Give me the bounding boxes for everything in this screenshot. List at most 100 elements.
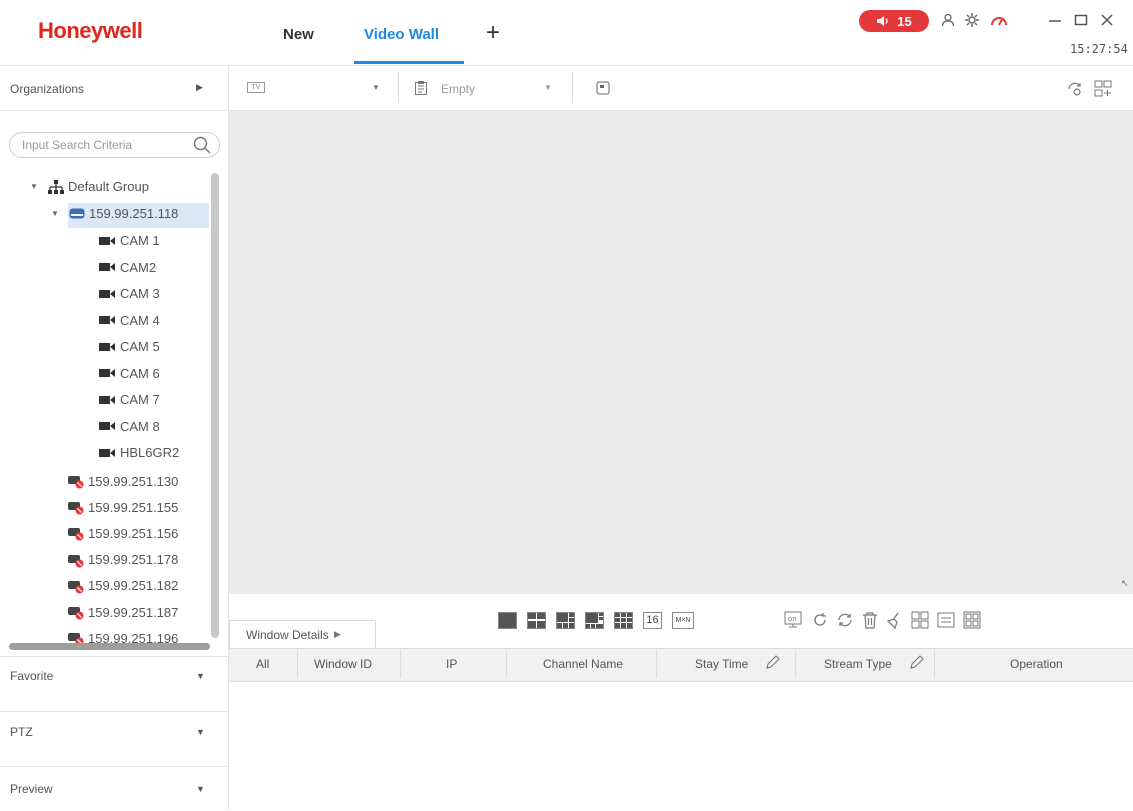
delete-trash-icon[interactable] [862, 611, 878, 629]
camera-label: CAM 6 [120, 365, 160, 381]
expand-right-icon[interactable]: ▶ [334, 629, 341, 640]
edit-pencil-icon[interactable] [909, 654, 925, 670]
tree-horizontal-scrollbar[interactable] [9, 643, 210, 650]
device-label: 159.99.251.155 [88, 499, 179, 515]
column-ip: IP [446, 657, 458, 671]
device-label: 159.99.251.118 [89, 206, 179, 221]
preview-label: Preview [10, 782, 53, 796]
column-channel-name: Channel Name [543, 657, 624, 671]
tree-group-default[interactable]: ▼ Default Group [30, 179, 149, 194]
tree-camera-item[interactable]: HBL6GR2 [99, 445, 179, 460]
tv-wall-select[interactable]: TV [247, 82, 265, 93]
tree-offline-device[interactable]: 159.99.251.130 [68, 473, 178, 489]
device-label: 159.99.251.130 [88, 473, 179, 489]
collapse-icon[interactable]: ▼ [30, 182, 44, 191]
video-wall-canvas[interactable] [229, 111, 1133, 594]
tree-camera-item[interactable]: CAM 5 [99, 339, 160, 354]
clear-broom-icon[interactable] [885, 611, 905, 629]
user-icon[interactable] [941, 13, 955, 27]
toolbar-divider [398, 72, 399, 102]
camera-icon [99, 316, 115, 324]
layout-1x1-button[interactable] [498, 612, 517, 629]
scene-icon [415, 81, 427, 95]
camera-icon [99, 448, 115, 457]
expand-right-icon[interactable]: ▶ [196, 82, 203, 93]
resize-corner-icon[interactable]: ↖ [1121, 578, 1129, 589]
collapse-icon[interactable]: ▼ [51, 209, 65, 218]
layout-16-button[interactable]: 16 [643, 612, 662, 629]
search-icon[interactable] [192, 135, 212, 155]
tree-offline-device[interactable]: 159.99.251.156 [68, 525, 178, 541]
tree-camera-item[interactable]: CAM 8 [99, 419, 160, 434]
camera-icon [99, 289, 115, 298]
camera-label: CAM 1 [120, 233, 160, 248]
expand-down-icon[interactable]: ▼ [196, 727, 205, 737]
tree-offline-device[interactable]: 159.99.251.187 [68, 604, 178, 620]
tree-camera-item[interactable]: CAM 1 [99, 233, 160, 248]
scene-select[interactable]: Empty [441, 82, 475, 96]
alarm-badge[interactable]: 15 [859, 10, 929, 32]
edit-pencil-icon[interactable] [765, 654, 781, 670]
column-divider [297, 650, 298, 678]
group-label: Default Group [68, 179, 149, 194]
maximize-icon[interactable] [1073, 12, 1089, 28]
refresh-icon[interactable] [836, 611, 854, 629]
toolbar-divider [572, 72, 573, 102]
camera-label: CAM 3 [120, 286, 160, 301]
tree-camera-item[interactable]: CAM 3 [99, 286, 160, 301]
tree-device-selected[interactable]: ▼ 159.99.251.118 [51, 206, 178, 221]
tree-camera-item[interactable]: CAM2 [99, 260, 156, 275]
expand-down-icon[interactable]: ▼ [196, 784, 205, 794]
layout-2x2-button[interactable] [527, 612, 546, 629]
column-divider [795, 650, 796, 678]
add-tab-button[interactable]: + [486, 19, 500, 47]
wall-layout-icon[interactable] [1094, 80, 1112, 98]
camera-label: CAM 5 [120, 339, 160, 354]
layout-3x3-button[interactable] [614, 612, 633, 629]
list-view-icon[interactable] [937, 611, 955, 629]
column-stream-type: Stream Type [824, 657, 892, 671]
column-divider [934, 650, 935, 678]
ptz-panel-header[interactable] [0, 711, 227, 756]
dropdown-arrow-icon[interactable]: ▼ [544, 83, 552, 92]
minimize-icon[interactable] [1047, 12, 1063, 28]
save-scene-icon[interactable] [596, 81, 610, 95]
performance-gauge-icon[interactable] [990, 13, 1008, 27]
tree-camera-item[interactable]: CAM 6 [99, 366, 160, 381]
on-wall-icon[interactable]: on [784, 611, 802, 629]
column-divider [400, 650, 401, 678]
layout-custom-mxn-button[interactable]: M×N [672, 612, 694, 629]
camera-label: CAM 4 [120, 312, 160, 328]
column-divider [656, 650, 657, 678]
tree-camera-item[interactable]: CAM 7 [99, 392, 160, 407]
title-bar [0, 0, 1133, 66]
tree-vertical-scrollbar[interactable] [211, 173, 219, 638]
column-operation: Operation [1010, 657, 1063, 671]
settings-gear-icon[interactable] [964, 12, 980, 28]
camera-label: CAM 8 [120, 418, 160, 434]
dropdown-arrow-icon[interactable]: ▼ [372, 83, 380, 92]
close-icon[interactable] [1099, 12, 1115, 28]
camera-label: HBL6GR2 [120, 445, 180, 460]
expand-down-icon[interactable]: ▼ [196, 671, 205, 681]
camera-icon [99, 342, 115, 351]
offline-device-icon [68, 528, 84, 541]
split-window-icon[interactable] [911, 611, 929, 629]
refresh-sync-icon[interactable] [1066, 80, 1084, 98]
tab-new[interactable]: New [283, 26, 314, 43]
search-input[interactable] [22, 138, 172, 152]
grid-view-icon[interactable] [963, 611, 981, 629]
tree-offline-device[interactable]: 159.99.251.182 [68, 578, 178, 594]
layout-1plus5-button[interactable] [556, 612, 575, 629]
tree-offline-device[interactable]: 159.99.251.178 [68, 552, 178, 568]
tab-video-wall[interactable]: Video Wall [364, 26, 439, 43]
alarm-count: 15 [897, 13, 912, 29]
tree-camera-item[interactable]: CAM 4 [99, 313, 160, 328]
organizations-label: Organizations [10, 82, 85, 96]
column-divider [506, 650, 507, 678]
rotate-icon[interactable] [811, 611, 829, 629]
tree-offline-device[interactable]: 159.99.251.155 [68, 499, 178, 515]
column-all[interactable]: All [256, 657, 269, 671]
layout-1plus7-button[interactable] [585, 612, 604, 629]
nvr-device-icon [69, 208, 85, 219]
